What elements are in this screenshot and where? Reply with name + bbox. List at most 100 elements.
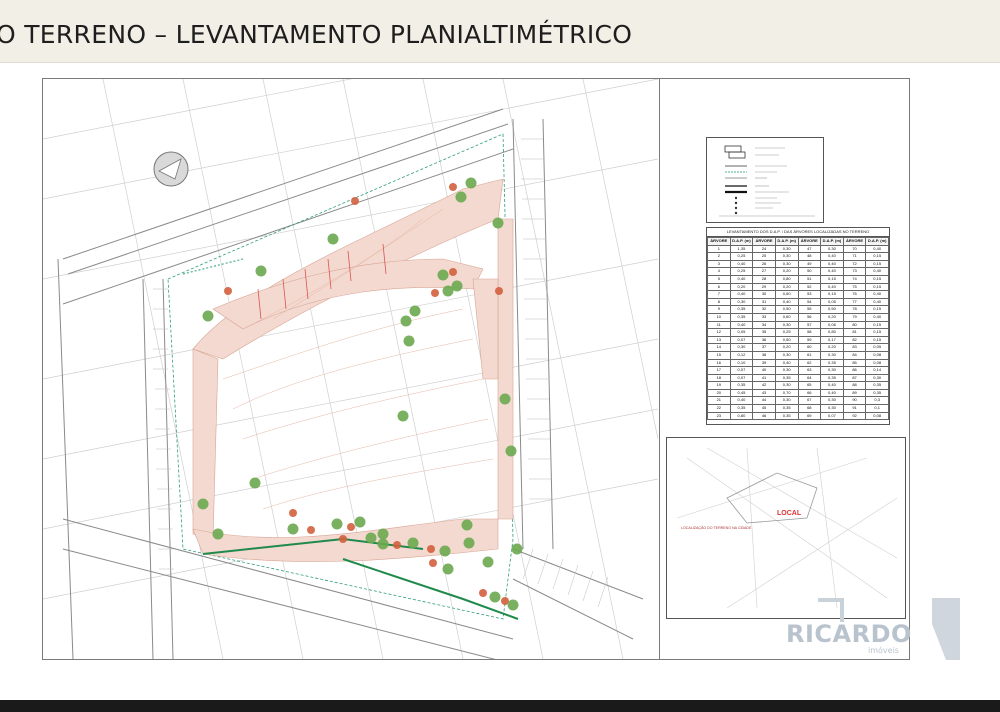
table-cell: 38 <box>752 350 776 360</box>
table-header-row: ÁRVORE D.A.P. (m) ÁRVORE D.A.P. (m) ÁRVORE D.… <box>707 237 889 246</box>
table-cell: 14 <box>707 343 731 352</box>
tree-icon <box>495 287 503 295</box>
table-cell: 0,35 <box>729 305 754 314</box>
table-cell: 87 <box>842 373 867 383</box>
table-cell: 0,60 <box>774 312 799 322</box>
tree-icon <box>479 589 487 597</box>
table-row: 8 0,30 31 0,40 54 0,05 77 0,40 <box>707 297 889 307</box>
table-cell: 57 <box>797 320 822 330</box>
tree-icon <box>339 535 347 543</box>
table-cell: 0,50 <box>820 305 844 314</box>
table-cell: 0,30 <box>774 244 799 254</box>
table-cell: 55 <box>797 305 822 314</box>
table-cell: 0,30 <box>774 320 799 330</box>
tree-icon <box>327 233 339 245</box>
table-cell: 2 <box>707 252 731 261</box>
table-cell: 31 <box>752 297 776 307</box>
table-cell: 0,15 <box>865 335 889 345</box>
table-cell: 0,35 <box>774 404 799 413</box>
table-cell: 90 <box>842 396 867 406</box>
logo-subtitle: imóveis <box>868 646 899 655</box>
table-cell: 0,20 <box>774 282 799 292</box>
tree-icon <box>397 410 409 422</box>
tree-icon <box>331 518 343 530</box>
table-cell: 61 <box>797 350 822 360</box>
company-logo: RICARDO imóveis <box>782 594 972 664</box>
table-row: 22 0,35 45 0,35 68 0,30 91 0,1 <box>707 404 889 413</box>
table-cell: 0,35 <box>729 381 754 390</box>
table-cell: 0,08 <box>865 350 889 360</box>
table-cell: 0,40 <box>865 290 889 299</box>
table-cell: 0,07 <box>729 335 754 345</box>
table-cell: 0,30 <box>774 259 799 269</box>
table-cell: 79 <box>842 312 867 322</box>
table-cell: 0,15 <box>865 282 889 292</box>
table-cell: 73 <box>842 267 867 276</box>
tree-icon <box>197 498 209 510</box>
table-cell: 0,70 <box>774 388 799 398</box>
legend-box <box>706 137 824 223</box>
table-cell: 0,35 <box>729 312 754 322</box>
table-cell: 35 <box>752 328 776 337</box>
table-cell: 66 <box>797 388 822 398</box>
tree-icon <box>451 280 463 292</box>
table-row: 7 0,40 30 0,60 53 0,15 76 0,40 <box>707 290 889 299</box>
tree-icon <box>351 197 359 205</box>
table-cell: 0,20 <box>820 343 844 352</box>
table-cell: 60 <box>797 343 822 352</box>
table-cell: 0,07 <box>729 366 754 375</box>
table-cell: 29 <box>752 282 776 292</box>
table-cell: 0,80 <box>820 328 844 337</box>
table-cell: 58 <box>797 328 822 337</box>
table-cell: 0,35 <box>820 358 844 368</box>
table-cell: 83 <box>842 343 867 352</box>
table-cell: 12 <box>707 328 731 337</box>
table-cell: 0,30 <box>820 366 844 375</box>
tree-icon <box>287 523 299 535</box>
table-cell: 72 <box>842 259 867 269</box>
table-cell: 0,15 <box>865 259 889 269</box>
table-cell: 52 <box>797 282 822 292</box>
table-cell: 8 <box>707 297 731 307</box>
table-cell: 0,40 <box>729 320 754 330</box>
table-cell: 0,40 <box>774 297 799 307</box>
table-cell: 84 <box>842 350 867 360</box>
table-cell: 0,30 <box>729 343 754 352</box>
table-cell: 0,05 <box>865 343 889 352</box>
table-cell: 0,15 <box>865 252 889 261</box>
table-cell: 0,30 <box>820 244 844 254</box>
table-row: 14 0,30 37 0,20 60 0,20 83 0,05 <box>707 343 889 352</box>
table-cell: 0,50 <box>774 305 799 314</box>
table-cell: 0,25 <box>774 328 799 337</box>
table-cell: 88 <box>842 381 867 390</box>
table-cell: 36 <box>752 335 776 345</box>
tree-icon <box>249 477 261 489</box>
tree-icon <box>429 559 437 567</box>
table-row: 17 0,07 40 0,30 63 0,30 86 0,14 <box>707 366 889 375</box>
tree-icon <box>505 445 517 457</box>
table-header-cell: ÁRVORE <box>797 237 822 246</box>
table-cell: 0,06 <box>820 320 844 330</box>
tree-icon <box>393 541 401 549</box>
table-cell: 0,15 <box>820 274 844 284</box>
tree-icon <box>449 183 457 191</box>
table-cell: 64 <box>797 373 822 383</box>
table-header-cell: D.A.P. (m) <box>820 237 844 246</box>
table-cell: 92 <box>842 411 867 421</box>
table-cell: 0,40 <box>729 396 754 406</box>
table-cell: 13 <box>707 335 731 345</box>
drawing-sheet: LEVANTAMENTO DOS D.A.P. \ DAS ÁRVORES LO… <box>42 78 910 660</box>
table-cell: 78 <box>842 305 867 314</box>
table-cell: 16 <box>707 358 731 368</box>
table-cell: 6 <box>707 282 731 292</box>
table-cell: 46 <box>752 411 776 421</box>
table-cell: 23 <box>707 411 731 421</box>
table-row: 4 0,25 27 0,20 50 0,40 73 0,40 <box>707 267 889 276</box>
tree-icon <box>407 537 419 549</box>
table-cell: 9 <box>707 305 731 314</box>
table-cell: 0,15 <box>865 274 889 284</box>
table-body: 1 1,35 24 0,30 47 0,30 70 0,40 2 0,25 25 0,30 48 0,40… <box>707 244 889 421</box>
table-cell: 0,10 <box>729 358 754 368</box>
tree-icon <box>365 532 377 544</box>
table-row: 18 0,07 41 0,35 64 0,35 87 0,30 <box>707 373 889 383</box>
